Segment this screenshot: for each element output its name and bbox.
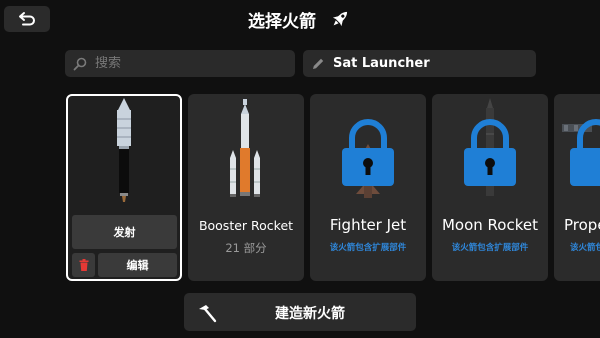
edit-button[interactable]: 编辑 [98,253,177,277]
lock-icon [342,119,394,186]
expansion-warning: 该火箭包含扩展部件 [451,243,529,253]
card-title: Moon Rocket [441,216,538,234]
build-label: 建造新火箭 [275,306,345,322]
search-bar[interactable] [65,50,295,77]
build-new-rocket-button[interactable]: 建造新火箭 [184,293,416,331]
rocket-card-moon-rocket[interactable]: Moon Rocket 该火箭包含扩展部件 [432,94,548,281]
rocket-card-selected[interactable]: 发射 编辑 [66,94,182,281]
delete-button[interactable] [72,253,95,277]
rocket-card-partial[interactable]: Prope 该火箭包含扩 [554,94,600,281]
search-icon [73,57,87,70]
page-title: 选择火箭 [248,11,316,32]
expansion-warning: 该火箭包含扩展部件 [329,243,407,253]
pencil-icon [313,58,324,69]
rocket-card-booster[interactable]: Booster Rocket 21 部分 [188,94,304,281]
rocket-preview [230,99,260,197]
rocket-name-value: Sat Launcher [333,56,430,71]
rocket-name-field[interactable]: Sat Launcher [303,50,536,77]
part-count: 21 部分 [225,241,267,255]
rocket-icon [332,11,348,27]
card-title: Prope [564,216,600,234]
expansion-warning: 该火箭包含扩 [570,243,600,253]
search-input[interactable] [95,56,285,71]
rocket-card-fighter-jet[interactable]: Fighter Jet 该火箭包含扩展部件 [310,94,426,281]
card-title: Fighter Jet [329,216,407,234]
card-title: Booster Rocket [198,218,294,233]
rocket-preview [117,98,131,202]
lock-icon [464,119,516,186]
lock-icon [570,119,600,186]
trash-icon [79,259,88,271]
header: 选择火箭 [0,0,600,38]
launch-button[interactable]: 发射 [72,215,177,249]
